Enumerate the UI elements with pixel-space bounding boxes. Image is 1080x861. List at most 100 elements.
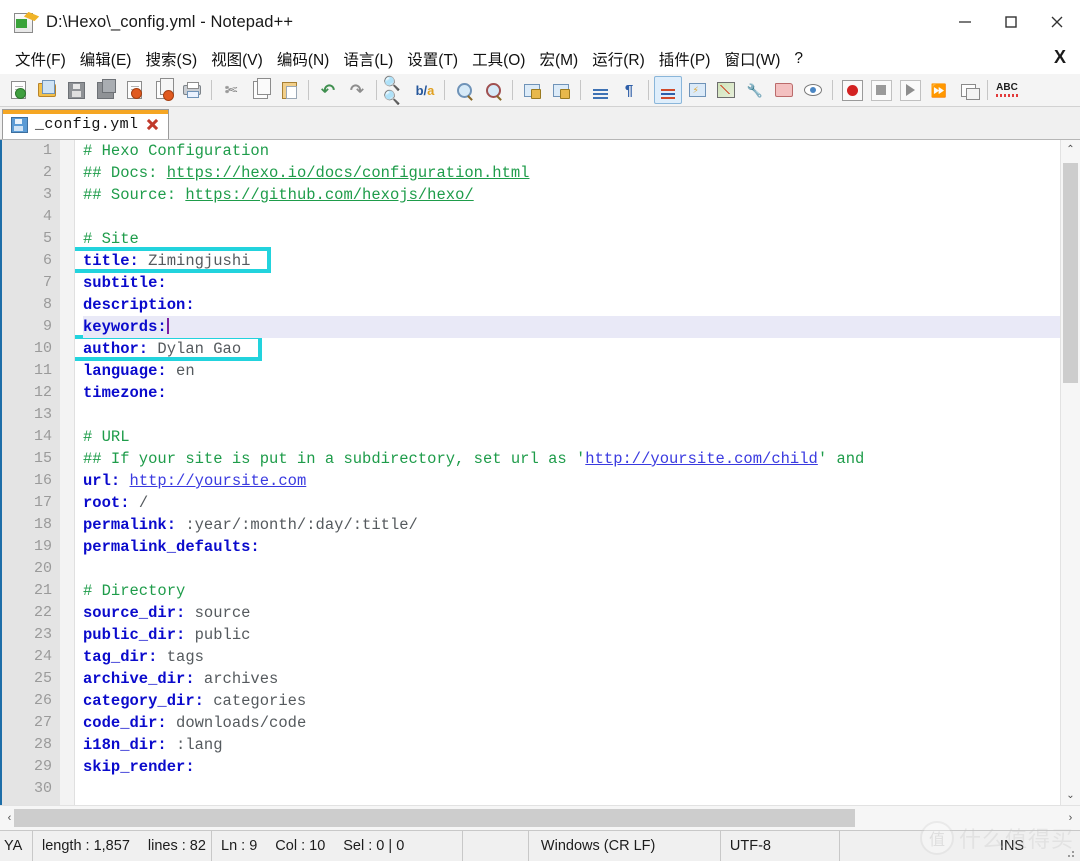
menu-item-view[interactable]: 视图(V) — [204, 46, 270, 72]
menu-item-tools[interactable]: 工具(O) — [465, 46, 532, 72]
maximize-button[interactable] — [988, 0, 1034, 44]
save-icon[interactable] — [62, 76, 90, 104]
status-lines: lines : 82 — [147, 838, 206, 854]
close-all-icon[interactable] — [149, 76, 177, 104]
copy-icon[interactable] — [246, 76, 274, 104]
scroll-up-button[interactable]: ⌃ — [1061, 140, 1080, 159]
print-icon[interactable] — [178, 76, 206, 104]
menu-item-macro[interactable]: 宏(M) — [532, 46, 585, 72]
code-line[interactable]: source_dir: source — [83, 602, 1060, 624]
menu-item-settings[interactable]: 设置(T) — [400, 46, 465, 72]
code-line[interactable]: description: — [83, 294, 1060, 316]
menu-item-language[interactable]: 语言(L) — [336, 46, 400, 72]
close-tab-icon[interactable] — [145, 117, 160, 132]
menu-item-encoding[interactable]: 编码(N) — [270, 46, 337, 72]
menu-item-plugins[interactable]: 插件(P) — [652, 46, 718, 72]
macro-run-multiple-icon[interactable]: ⏩ — [925, 76, 953, 104]
code-line[interactable] — [83, 778, 1060, 800]
code-line[interactable]: author: Dylan Gao — [83, 338, 1060, 360]
code-line[interactable]: archive_dir: archives — [83, 668, 1060, 690]
code-line[interactable] — [83, 558, 1060, 580]
code-line[interactable]: # URL — [83, 426, 1060, 448]
zoom-out-icon[interactable] — [479, 76, 507, 104]
word-wrap-icon[interactable] — [586, 76, 614, 104]
replace-icon[interactable]: b/a — [411, 76, 439, 104]
code-line[interactable]: timezone: — [83, 382, 1060, 404]
horizontal-scrollbar[interactable]: ‹ › — [0, 805, 1080, 830]
code-token-key: language: — [83, 362, 167, 380]
find-icon[interactable]: 🔍🔍 — [382, 76, 410, 104]
code-line[interactable]: language: en — [83, 360, 1060, 382]
code-line[interactable] — [83, 206, 1060, 228]
code-text-area[interactable]: # Hexo Configuration ## Docs: https://hex… — [75, 140, 1060, 805]
preview-icon[interactable] — [799, 76, 827, 104]
indent-guide-icon[interactable] — [654, 76, 682, 104]
scroll-down-button[interactable]: ⌄ — [1061, 786, 1080, 805]
menu-item-help[interactable]: ? — [787, 48, 810, 70]
status-col: Col : 10 — [275, 838, 326, 854]
vertical-scroll-thumb[interactable] — [1063, 163, 1078, 383]
folder-as-workspace-icon[interactable] — [770, 76, 798, 104]
redo-icon[interactable]: ↷ — [343, 76, 371, 104]
vertical-scrollbar[interactable]: ⌃ ⌄ — [1060, 140, 1080, 805]
code-line[interactable]: # Directory — [83, 580, 1060, 602]
fold-margin[interactable] — [60, 140, 75, 805]
user-defined-language-icon[interactable]: ⚡ — [683, 76, 711, 104]
resize-grip[interactable] — [1067, 848, 1078, 858]
code-line[interactable]: permalink: :year/:month/:day/:title/ — [83, 514, 1060, 536]
code-token-cmt: # URL — [83, 428, 130, 446]
document-map-icon[interactable] — [712, 76, 740, 104]
minimize-button[interactable] — [942, 0, 988, 44]
scroll-right-button[interactable]: › — [1061, 806, 1080, 830]
function-list-icon[interactable]: 🔧 — [741, 76, 769, 104]
macro-record-icon[interactable] — [838, 76, 866, 104]
code-line[interactable]: ## If your site is put in a subdirectory… — [83, 448, 1060, 470]
close-file-icon[interactable] — [120, 76, 148, 104]
code-line[interactable]: code_dir: downloads/code — [83, 712, 1060, 734]
status-eol[interactable]: Windows (CR LF) — [529, 831, 721, 861]
macro-play-icon[interactable] — [896, 76, 924, 104]
title-bar: D:\Hexo\_config.yml - Notepad++ — [0, 0, 1080, 44]
menu-item-window[interactable]: 窗口(W) — [717, 46, 787, 72]
save-macro-icon[interactable] — [954, 76, 982, 104]
code-line[interactable]: subtitle: — [83, 272, 1060, 294]
code-line[interactable]: root: / — [83, 492, 1060, 514]
macro-stop-icon[interactable] — [867, 76, 895, 104]
close-window-button[interactable] — [1034, 0, 1080, 44]
code-line[interactable]: tag_dir: tags — [83, 646, 1060, 668]
tab-config-yml[interactable]: _config.yml — [2, 109, 170, 139]
code-line[interactable]: title: Zimingjushi — [83, 250, 1060, 272]
code-line[interactable]: # Hexo Configuration — [83, 140, 1060, 162]
save-all-icon[interactable] — [91, 76, 119, 104]
show-all-characters-icon[interactable]: ¶ — [615, 76, 643, 104]
cut-icon[interactable]: ✄ — [217, 76, 245, 104]
status-encoding[interactable]: UTF-8 — [721, 831, 840, 861]
code-line[interactable]: ## Source: https://github.com/hexojs/hex… — [83, 184, 1060, 206]
undo-icon[interactable]: ↶ — [314, 76, 342, 104]
code-line[interactable]: permalink_defaults: — [83, 536, 1060, 558]
code-line[interactable]: url: http://yoursite.com — [83, 470, 1060, 492]
code-line[interactable]: ## Docs: https://hexo.io/docs/configurat… — [83, 162, 1060, 184]
spellcheck-icon[interactable]: ABC — [993, 76, 1021, 104]
menu-item-file[interactable]: 文件(F) — [8, 46, 73, 72]
code-line[interactable]: category_dir: categories — [83, 690, 1060, 712]
paste-icon[interactable] — [275, 76, 303, 104]
new-file-icon[interactable] — [4, 76, 32, 104]
sync-vertical-scroll-icon[interactable] — [518, 76, 546, 104]
zoom-in-icon[interactable] — [450, 76, 478, 104]
horizontal-scroll-thumb[interactable] — [14, 809, 855, 827]
status-insert-mode[interactable]: INS — [840, 831, 1080, 861]
sync-horizontal-scroll-icon[interactable] — [547, 76, 575, 104]
menu-item-search[interactable]: 搜索(S) — [138, 46, 204, 72]
code-line[interactable] — [83, 404, 1060, 426]
menu-item-edit[interactable]: 编辑(E) — [73, 46, 139, 72]
code-line[interactable]: public_dir: public — [83, 624, 1060, 646]
code-line[interactable]: skip_render: — [83, 756, 1060, 778]
menu-item-run[interactable]: 运行(R) — [585, 46, 652, 72]
close-document-button[interactable]: X — [1052, 47, 1066, 68]
status-language[interactable]: YA — [0, 831, 33, 861]
code-line[interactable]: keywords: — [75, 316, 1060, 338]
open-file-icon[interactable] — [33, 76, 61, 104]
code-line[interactable]: # Site — [83, 228, 1060, 250]
code-line[interactable]: i18n_dir: :lang — [83, 734, 1060, 756]
